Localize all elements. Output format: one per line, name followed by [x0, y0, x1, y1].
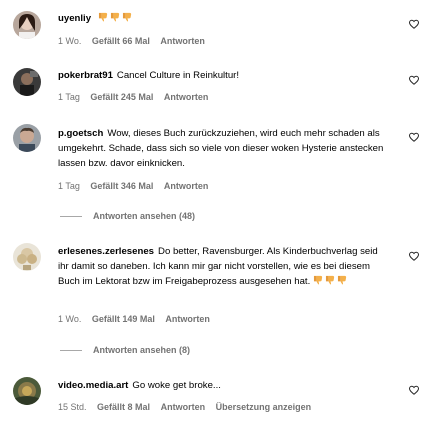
- view-replies-button[interactable]: Antworten ansehen (8): [60, 345, 190, 355]
- avatar[interactable]: [13, 377, 41, 405]
- reaction-emoji-group: [98, 13, 134, 24]
- thumbs-down-emoji: [122, 12, 133, 22]
- comment-meta: 1 Tag Gefällt 346 Mal Antworten: [58, 181, 216, 191]
- comment-username[interactable]: uyenliy: [58, 13, 91, 24]
- reply-button[interactable]: Antworten: [161, 402, 206, 412]
- heart-outline-icon[interactable]: [408, 131, 420, 143]
- avatar[interactable]: [13, 124, 41, 152]
- thumbs-down-emoji: [337, 275, 348, 285]
- comment-meta: 1 Tag Gefällt 245 Mal Antworten: [58, 92, 216, 102]
- avatar[interactable]: [13, 68, 41, 96]
- comment-body: pokerbrat91 Cancel Culture in Reinkultur!: [58, 68, 388, 83]
- comment-time: 1 Wo.: [58, 36, 82, 46]
- reply-button[interactable]: Antworten: [160, 36, 205, 46]
- thumbs-down-emoji: [110, 12, 121, 22]
- view-replies-label[interactable]: Antworten ansehen (48): [93, 211, 195, 221]
- comment-username[interactable]: pokerbrat91: [58, 70, 113, 81]
- thumbs-down-emoji: [313, 275, 324, 285]
- comment-body: video.media.art Go woke get broke...: [58, 378, 388, 393]
- thumbs-down-emoji: [325, 275, 336, 285]
- view-replies-label[interactable]: Antworten ansehen (8): [93, 345, 190, 355]
- translate-button[interactable]: Übersetzung anzeigen: [216, 402, 312, 412]
- reply-button[interactable]: Antworten: [164, 92, 209, 102]
- reply-button[interactable]: Antworten: [164, 181, 209, 191]
- reply-button[interactable]: Antworten: [165, 314, 210, 324]
- comment-time: 1 Tag: [58, 92, 80, 102]
- heart-outline-icon[interactable]: [408, 18, 420, 30]
- heart-outline-icon[interactable]: [408, 384, 420, 396]
- comment-body: uyenliy: [58, 11, 388, 26]
- comment-time: 1 Wo.: [58, 314, 82, 324]
- comment-text: Go woke get broke...: [132, 380, 221, 391]
- comment-text: Wow, dieses Buch zurückzuziehen, wird eu…: [58, 128, 384, 170]
- comment-time: 15 Std.: [58, 402, 87, 412]
- comment-likes[interactable]: Gefällt 149 Mal: [92, 314, 155, 324]
- comment-meta: 1 Wo. Gefällt 149 Mal Antworten: [58, 314, 218, 324]
- heart-outline-icon[interactable]: [408, 250, 420, 262]
- comment-time: 1 Tag: [58, 181, 80, 191]
- view-replies-button[interactable]: Antworten ansehen (48): [60, 211, 195, 221]
- avatar[interactable]: [13, 11, 41, 39]
- comment-likes[interactable]: Gefällt 245 Mal: [90, 92, 153, 102]
- comment-body: p.goetsch Wow, dieses Buch zurückzuziehen…: [58, 126, 388, 172]
- divider: [60, 216, 82, 218]
- reaction-emoji-group: [313, 276, 349, 287]
- heart-outline-icon[interactable]: [408, 74, 420, 86]
- comment-meta: 15 Std. Gefällt 8 Mal Antworten Übersetz…: [58, 402, 319, 412]
- comment-likes[interactable]: Gefällt 346 Mal: [90, 181, 153, 191]
- comment-username[interactable]: erlesenes.zerlesenes: [58, 246, 154, 257]
- divider: [60, 350, 82, 352]
- comment-username[interactable]: p.goetsch: [58, 128, 103, 139]
- avatar[interactable]: [13, 243, 41, 271]
- comment-text: Cancel Culture in Reinkultur!: [116, 70, 240, 81]
- comment-username[interactable]: video.media.art: [58, 380, 128, 391]
- comment-body: erlesenes.zerlesenes Do better, Ravensbur…: [58, 244, 388, 290]
- thumbs-down-emoji: [98, 12, 109, 22]
- comment-meta: 1 Wo. Gefällt 66 Mal Antworten: [58, 36, 213, 46]
- comment-likes[interactable]: Gefällt 66 Mal: [92, 36, 150, 46]
- comment-likes[interactable]: Gefällt 8 Mal: [97, 402, 150, 412]
